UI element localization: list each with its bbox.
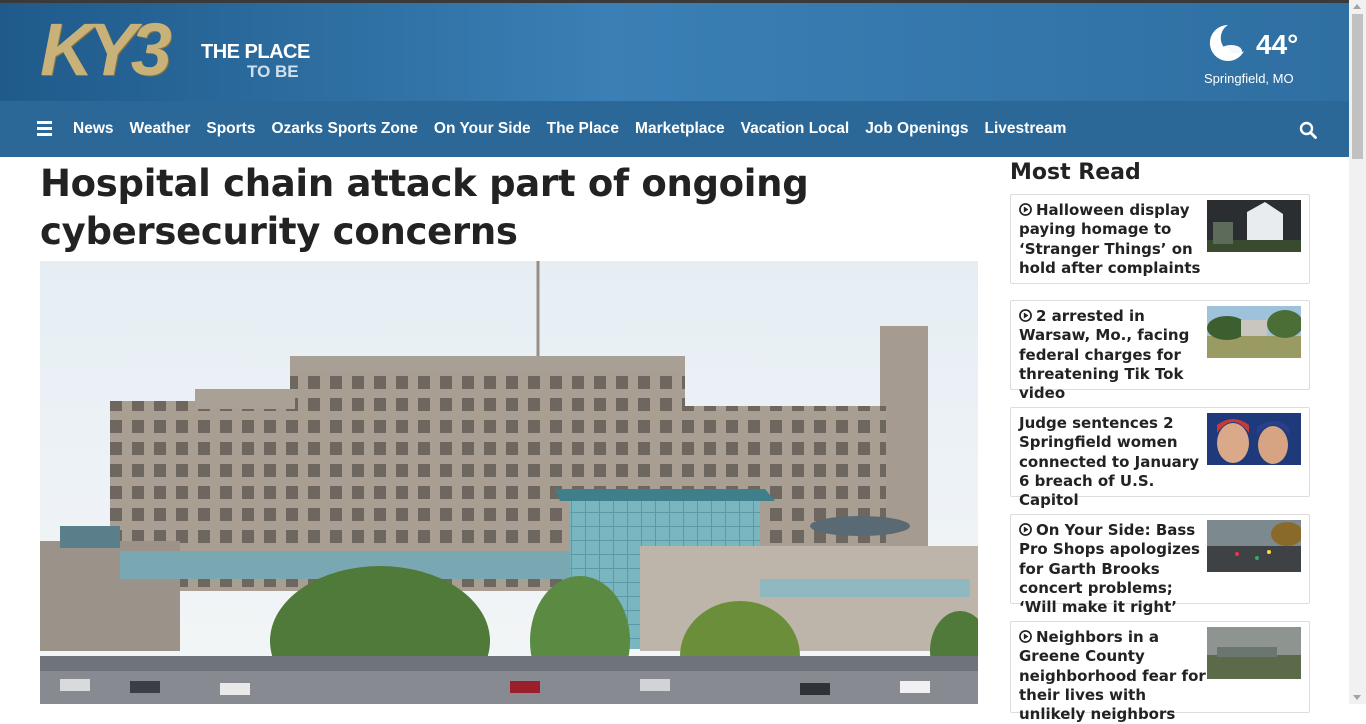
play-video-icon (1019, 630, 1032, 643)
nav-item-sports[interactable]: Sports (198, 120, 263, 138)
scroll-up-arrow-icon[interactable] (1353, 4, 1361, 9)
nav-item-on-your-side[interactable]: On Your Side (426, 120, 539, 138)
play-video-icon (1019, 523, 1032, 536)
page-scrollbar[interactable] (1349, 0, 1366, 704)
logo-tagline-bottom: TO BE (247, 62, 299, 81)
site-header: KY3 THE PLACE TO BE 44° Springfield, MO (0, 3, 1349, 101)
weather-city: Springfield, MO (1204, 71, 1294, 86)
site-logo[interactable]: KY3 THE PLACE TO BE (40, 8, 310, 93)
nav-item-livestream[interactable]: Livestream (977, 120, 1075, 138)
logo-mark: KY3 (40, 8, 172, 91)
main-nav: News Weather Sports Ozarks Sports Zone O… (0, 101, 1349, 157)
most-read-item[interactable]: Judge sentences 2 Springfield women conn… (1010, 407, 1310, 509)
logo-tagline-top: THE PLACE (201, 41, 310, 63)
story-thumbnail[interactable] (1207, 200, 1301, 252)
article-hero-image[interactable] (40, 261, 978, 704)
most-read-item[interactable]: Halloween display paying homage to ‘Stra… (1010, 194, 1310, 284)
scroll-down-arrow-icon[interactable] (1353, 695, 1361, 700)
most-read-title-wrap: 2 arrested in Warsaw, Mo., facing federa… (1019, 307, 1211, 403)
most-read-item[interactable]: 2 arrested in Warsaw, Mo., facing federa… (1010, 300, 1310, 402)
nav-item-vacation-local[interactable]: Vacation Local (733, 120, 858, 138)
story-thumbnail[interactable] (1207, 520, 1301, 572)
most-read-title[interactable]: Neighbors in a Greene County neighborhoo… (1019, 628, 1206, 723)
most-read-title[interactable]: Judge sentences 2 Springfield women conn… (1019, 414, 1199, 509)
most-read-title[interactable]: 2 arrested in Warsaw, Mo., facing federa… (1019, 307, 1189, 402)
nav-item-weather[interactable]: Weather (122, 120, 199, 138)
weather-widget[interactable]: 44° Springfield, MO (1200, 17, 1310, 97)
most-read-title-wrap: Halloween display paying homage to ‘Stra… (1019, 201, 1211, 278)
nav-item-news[interactable]: News (65, 120, 122, 138)
moon-cloud-icon (1209, 24, 1244, 61)
hamburger-icon[interactable] (37, 121, 52, 136)
nav-list: News Weather Sports Ozarks Sports Zone O… (65, 120, 1074, 138)
most-read-item[interactable]: Neighbors in a Greene County neighborhoo… (1010, 621, 1310, 723)
story-thumbnail[interactable] (1207, 627, 1301, 679)
search-icon[interactable] (1299, 121, 1317, 139)
most-read-title[interactable]: On Your Side: Bass Pro Shops apologizes … (1019, 521, 1200, 616)
most-read-heading: Most Read (1010, 160, 1141, 185)
nav-item-job-openings[interactable]: Job Openings (857, 120, 976, 138)
most-read-title-wrap: Judge sentences 2 Springfield women conn… (1019, 414, 1211, 510)
article-headline: Hospital chain attack part of ongoing cy… (40, 162, 809, 253)
most-read-item[interactable]: On Your Side: Bass Pro Shops apologizes … (1010, 514, 1310, 616)
play-video-icon (1019, 203, 1032, 216)
most-read-title[interactable]: Halloween display paying homage to ‘Stra… (1019, 201, 1200, 277)
nav-item-marketplace[interactable]: Marketplace (627, 120, 733, 138)
story-thumbnail[interactable] (1207, 413, 1301, 465)
story-thumbnail[interactable] (1207, 306, 1301, 358)
nav-item-ozarks-sports-zone[interactable]: Ozarks Sports Zone (263, 120, 425, 138)
nav-item-the-place[interactable]: The Place (539, 120, 627, 138)
scrollbar-thumb[interactable] (1352, 14, 1363, 159)
most-read-title-wrap: Neighbors in a Greene County neighborhoo… (1019, 628, 1211, 724)
play-video-icon (1019, 309, 1032, 322)
weather-temp: 44° (1256, 29, 1299, 60)
most-read-sidebar: Most Read Halloween display paying homag… (1010, 158, 1310, 723)
most-read-title-wrap: On Your Side: Bass Pro Shops apologizes … (1019, 521, 1211, 617)
